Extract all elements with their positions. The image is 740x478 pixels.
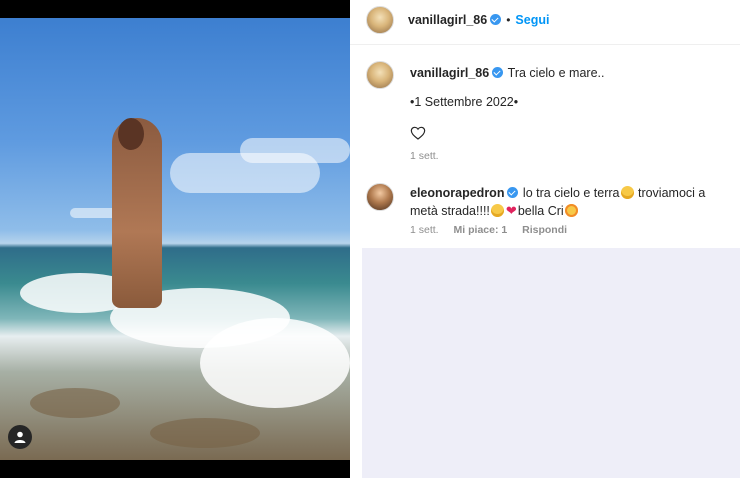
cloud bbox=[240, 138, 350, 163]
comment-meta: 1 sett. Mi piace: 1 Rispondi bbox=[410, 224, 567, 236]
commenter-avatar[interactable] bbox=[366, 183, 394, 211]
laughing-emoji-icon bbox=[490, 204, 504, 217]
caption-time[interactable]: 1 sett. bbox=[410, 150, 439, 162]
rock bbox=[30, 388, 120, 418]
user-tag-icon[interactable] bbox=[8, 425, 32, 449]
laughing-emoji-icon bbox=[620, 186, 634, 199]
red-heart-emoji-icon: ❤ bbox=[505, 203, 517, 218]
caption-text: Tra cielo e mare.. bbox=[507, 66, 605, 80]
caption-line: vanillagirl_86 Tra cielo e mare.. bbox=[410, 64, 604, 82]
follow-button[interactable]: Segui bbox=[515, 13, 549, 27]
heart-outline-icon[interactable] bbox=[410, 125, 426, 141]
comment-text-3: bella Cri bbox=[517, 204, 564, 218]
post-media-panel bbox=[0, 0, 350, 478]
star-struck-emoji-icon bbox=[564, 204, 578, 217]
verified-badge-icon bbox=[492, 67, 504, 78]
separator-dot: • bbox=[506, 13, 511, 27]
verified-badge-icon bbox=[490, 14, 502, 25]
author-avatar[interactable] bbox=[366, 6, 394, 34]
post-side-panel: vanillagirl_86 • Segui vanillagirl_86 Tra … bbox=[350, 0, 740, 478]
post-header: vanillagirl_86 • Segui bbox=[408, 11, 549, 29]
comment-likes[interactable]: Mi piace: 1 bbox=[454, 224, 508, 236]
commenter-username[interactable]: eleonorapedron bbox=[410, 186, 504, 200]
reply-button[interactable]: Rispondi bbox=[522, 224, 567, 236]
comment-time[interactable]: 1 sett. bbox=[410, 224, 439, 236]
wave bbox=[200, 318, 350, 408]
header-divider bbox=[350, 44, 740, 45]
caption-date: •1 Settembre 2022• bbox=[410, 95, 519, 109]
comment-text-1: lo tra cielo e terra bbox=[522, 186, 620, 200]
author-username[interactable]: vanillagirl_86 bbox=[408, 13, 487, 27]
rock bbox=[150, 418, 260, 448]
verified-badge-icon bbox=[507, 187, 519, 198]
caption-author-avatar[interactable] bbox=[366, 61, 394, 89]
comments-empty-area bbox=[362, 248, 740, 478]
post-photo[interactable] bbox=[0, 18, 350, 460]
caption-author-username[interactable]: vanillagirl_86 bbox=[410, 66, 489, 80]
woman-head bbox=[118, 118, 144, 150]
comment-body: eleonorapedron lo tra cielo e terra trov… bbox=[410, 184, 732, 220]
